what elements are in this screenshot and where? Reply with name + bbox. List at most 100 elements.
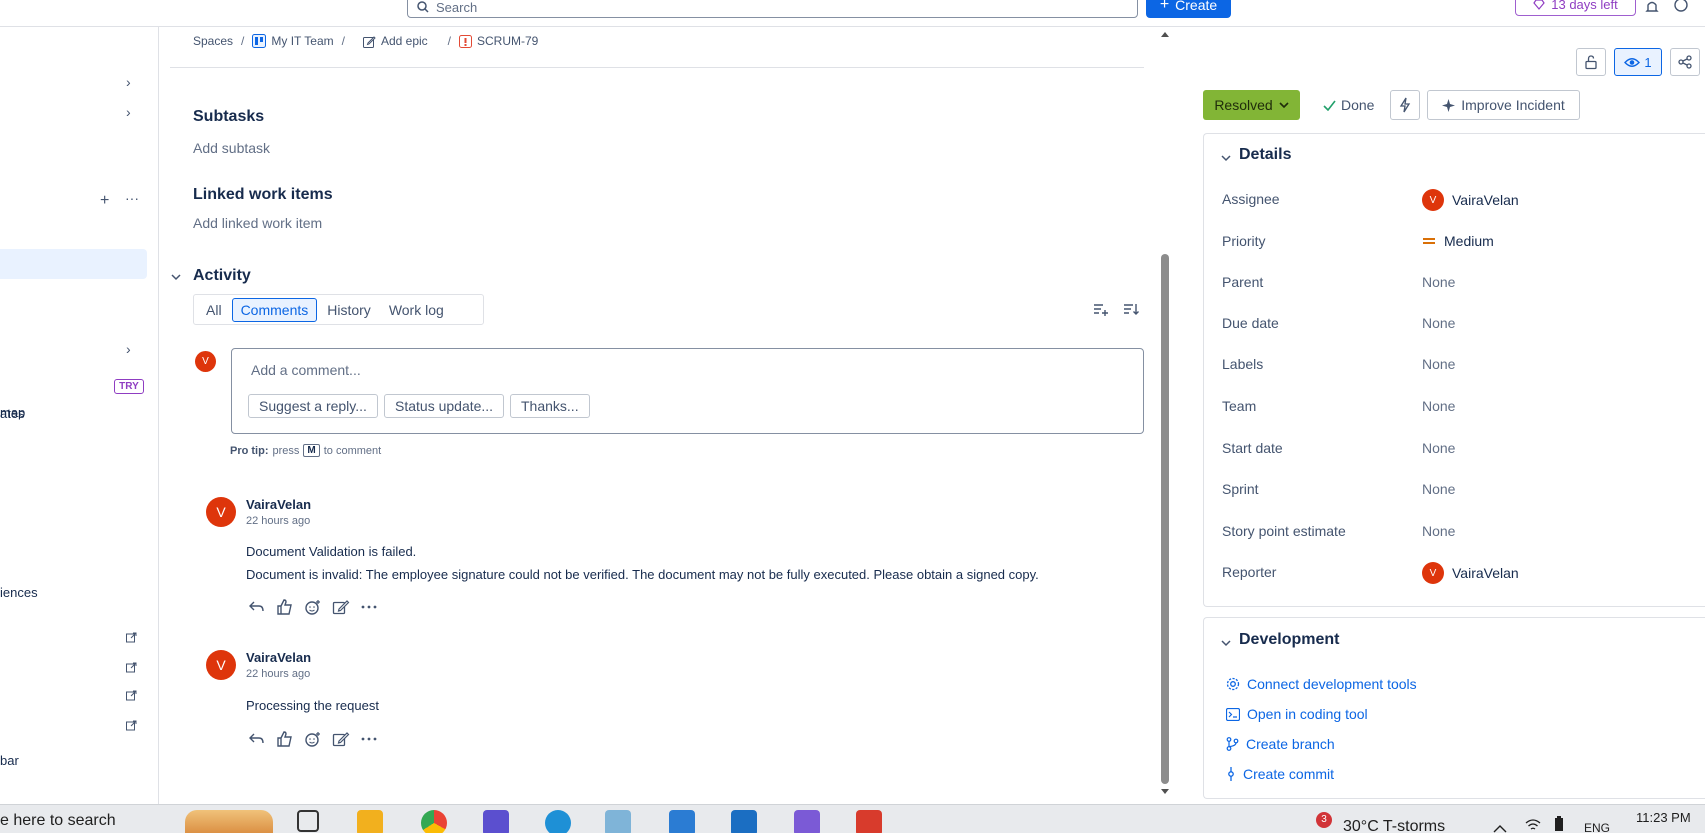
automation-button[interactable] [1390, 90, 1420, 120]
comment-author[interactable]: VairaVelan [246, 650, 311, 665]
search-input[interactable]: Search [407, 0, 1138, 18]
breadcrumb-project[interactable]: My IT Team [252, 34, 334, 48]
watch-button[interactable]: 1 [1614, 48, 1662, 76]
share-button[interactable] [1670, 48, 1700, 76]
comment-body-line: Document Validation is failed. [246, 544, 417, 559]
sidebar-item-ates[interactable]: ates [0, 406, 25, 421]
more-options-icon[interactable] [360, 599, 378, 615]
emoji-reaction-icon[interactable] [304, 599, 322, 615]
trial-days-button[interactable]: 13 days left [1515, 0, 1636, 16]
create-button[interactable]: + Create [1146, 0, 1231, 18]
field-value-reporter[interactable]: V VairaVelan [1422, 562, 1519, 584]
details-collapse-chevron-icon[interactable] [1221, 149, 1231, 165]
field-value-story-points[interactable]: None [1422, 523, 1455, 539]
development-collapse-chevron-icon[interactable] [1221, 634, 1231, 650]
field-value-team[interactable]: None [1422, 398, 1455, 414]
scroll-down-arrow-icon[interactable] [1160, 788, 1170, 796]
create-commit-link[interactable]: Create commit [1226, 766, 1334, 782]
notifications-bell-icon[interactable] [1644, 0, 1660, 17]
restrictions-button[interactable] [1576, 48, 1606, 76]
breadcrumb-issue[interactable]: SCRUM-79 [459, 34, 538, 48]
suggest-reply-chip[interactable]: Suggest a reply... [248, 394, 378, 418]
comment-author[interactable]: VairaVelan [246, 497, 311, 512]
emoji-reaction-icon[interactable] [304, 731, 322, 747]
chrome-icon[interactable] [421, 810, 447, 833]
edit-icon[interactable] [332, 731, 350, 747]
sidebar-item-iences[interactable]: iences [0, 585, 38, 600]
sidebar-item-bar[interactable]: bar [0, 753, 19, 768]
chevron-right-icon[interactable]: › [126, 74, 131, 90]
chevron-right-icon[interactable]: › [126, 104, 131, 120]
thumbs-up-icon[interactable] [276, 599, 294, 615]
avatar[interactable]: V [206, 650, 236, 680]
edge-icon[interactable] [545, 810, 571, 833]
task-view-icon[interactable] [297, 810, 319, 832]
sort-icon[interactable] [1123, 302, 1139, 319]
add-linked-work-item-button[interactable]: Add linked work item [193, 215, 322, 231]
create-branch-link[interactable]: Create branch [1226, 736, 1335, 752]
left-sidebar: › › + ··· › map TRY ates iences bar [0, 27, 159, 804]
add-icon[interactable]: + [100, 192, 109, 210]
add-subtask-button[interactable]: Add subtask [193, 140, 270, 156]
field-value-start-date[interactable]: None [1422, 440, 1455, 456]
thumbs-up-icon[interactable] [276, 731, 294, 747]
comment-editor[interactable] [231, 348, 1144, 434]
chevron-up-icon[interactable] [1493, 820, 1507, 833]
add-filter-icon[interactable] [1093, 302, 1109, 319]
status-update-chip[interactable]: Status update... [384, 394, 505, 418]
breadcrumb-spaces[interactable]: Spaces [193, 34, 233, 48]
search-highlight-image[interactable] [185, 810, 273, 833]
external-link-icon[interactable] [126, 718, 137, 734]
field-value-labels[interactable]: None [1422, 356, 1455, 372]
battery-icon[interactable] [1554, 816, 1564, 833]
field-value-assignee[interactable]: V VairaVelan [1422, 189, 1519, 211]
app-icon[interactable] [605, 810, 631, 833]
file-explorer-icon[interactable] [357, 810, 383, 833]
vscode-icon[interactable] [669, 810, 695, 833]
tab-all[interactable]: All [198, 299, 230, 321]
taskbar-search[interactable]: e here to search [0, 812, 116, 830]
external-link-icon[interactable] [126, 688, 137, 704]
more-options-icon[interactable] [360, 731, 378, 747]
open-in-coding-tool-link[interactable]: Open in coding tool [1226, 706, 1368, 722]
language-indicator[interactable]: ENG [1584, 821, 1610, 833]
help-icon[interactable] [1673, 0, 1689, 17]
app-icon[interactable] [731, 810, 757, 833]
copilot-icon[interactable] [483, 810, 509, 833]
store-icon[interactable] [856, 810, 882, 833]
weather-widget[interactable]: 30°C T-storms [1343, 818, 1445, 833]
scroll-up-arrow-icon[interactable] [1160, 30, 1170, 38]
breadcrumb-add-epic[interactable]: Add epic [362, 34, 428, 48]
activity-collapse-chevron-icon[interactable] [171, 268, 181, 284]
tab-work-log[interactable]: Work log [381, 299, 452, 321]
field-value-parent[interactable]: None [1422, 274, 1455, 290]
clock[interactable]: 11:23 PM [1636, 810, 1691, 825]
avatar[interactable]: V [206, 497, 236, 527]
status-dropdown[interactable]: Resolved [1203, 90, 1300, 120]
gear-icon [1226, 677, 1240, 691]
tab-comments[interactable]: Comments [231, 297, 318, 322]
field-value-due-date[interactable]: None [1422, 315, 1455, 331]
more-options-icon[interactable]: ··· [125, 190, 139, 206]
sidebar-selected-item[interactable] [0, 249, 147, 279]
chevron-right-icon[interactable]: › [126, 341, 131, 357]
scrollbar-thumb[interactable] [1161, 254, 1169, 784]
reply-icon[interactable] [248, 731, 266, 747]
field-value-priority[interactable]: Medium [1422, 233, 1494, 249]
breadcrumb-separator: / [447, 34, 452, 48]
field-value-sprint[interactable]: None [1422, 481, 1455, 497]
wifi-icon[interactable] [1525, 818, 1541, 833]
reply-icon[interactable] [248, 599, 266, 615]
external-link-icon[interactable] [126, 660, 137, 676]
tab-history[interactable]: History [319, 299, 379, 321]
thanks-chip[interactable]: Thanks... [510, 394, 590, 418]
search-placeholder: Search [436, 0, 478, 15]
teams-icon[interactable] [794, 810, 820, 833]
connect-development-tools-link[interactable]: Connect development tools [1226, 676, 1417, 692]
check-icon [1323, 100, 1336, 111]
edit-icon[interactable] [332, 599, 350, 615]
improve-incident-button[interactable]: Improve Incident [1427, 90, 1580, 120]
trial-label: 13 days left [1551, 0, 1618, 12]
share-icon [1678, 55, 1692, 69]
external-link-icon[interactable] [126, 630, 137, 646]
